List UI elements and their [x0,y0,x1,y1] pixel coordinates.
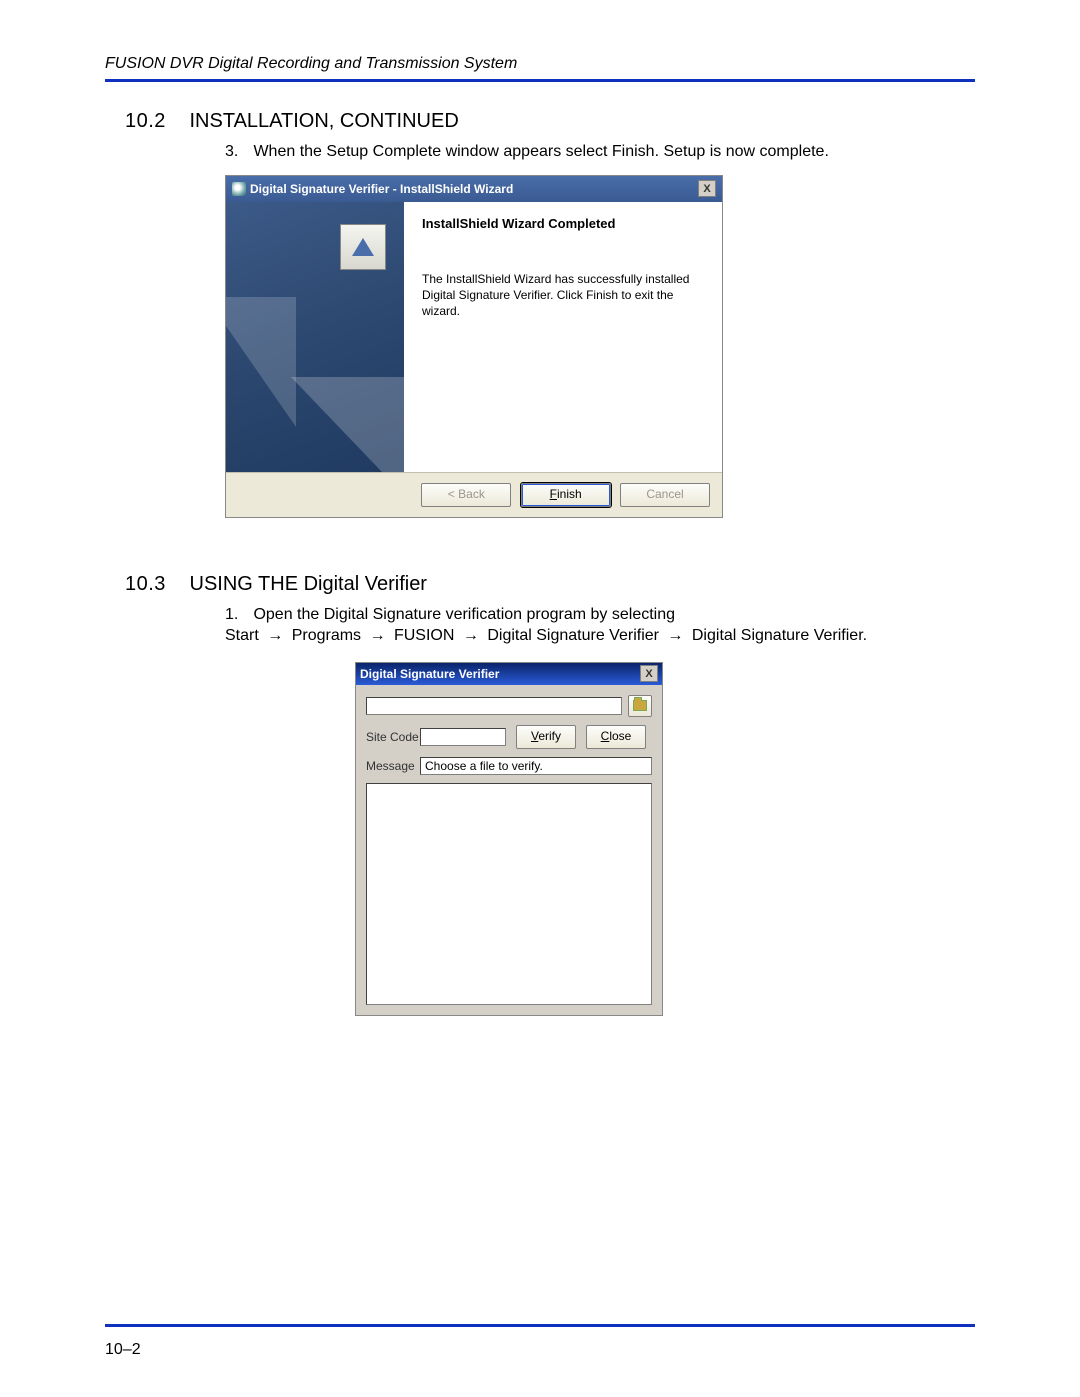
wizard-app-icon [232,182,246,196]
menu-path-dsv-item: Digital Signature Verifier [692,627,863,644]
verifier-titlebar: Digital Signature Verifier X [356,663,662,685]
close-button[interactable]: Close [586,725,646,749]
file-path-input[interactable] [366,697,622,715]
step-number: 1. [225,604,249,626]
section-number: 10.2 [125,110,166,132]
section-heading-10-2: 10.2 INSTALLATION, CONTINUED [125,110,975,133]
step-text-fragment: Setup Complete [326,143,441,160]
site-code-label: Site Code [366,730,420,744]
open-folder-icon [633,700,647,711]
wizard-close-button[interactable]: X [698,180,716,197]
step-text-fragment: . Setup is now complete. [655,143,829,160]
section-number: 10.3 [125,573,166,595]
menu-path-programs: Programs [292,627,361,644]
menu-path-fusion: FUSION [394,627,454,644]
wizard-heading: InstallShield Wizard Completed [422,216,704,231]
verifier-close-button[interactable]: X [640,665,658,682]
wizard-titlebar: Digital Signature Verifier - InstallShie… [226,176,722,202]
step-text-fragment: When the [253,143,326,160]
wizard-title-text: Digital Signature Verifier - InstallShie… [250,182,698,196]
step-line-1: Open the Digital Signature verification … [253,606,675,623]
wizard-side-graphic [226,202,404,472]
arrow-icon: → [366,625,390,647]
installshield-wizard-dialog: Digital Signature Verifier - InstallShie… [225,175,723,518]
section-title: INSTALLATION, CONTINUED [190,110,459,132]
page-number: 10–2 [105,1341,141,1359]
wizard-body-text: The InstallShield Wizard has successfull… [422,271,704,320]
row-message: Message Choose a file to verify. [366,757,652,775]
cancel-button: Cancel [620,483,710,507]
step-1: 1. Open the Digital Signature verificati… [225,604,915,647]
step-text-fragment: window appears select [441,143,612,160]
site-code-input[interactable] [420,728,506,746]
menu-path-start: Start [225,627,259,644]
browse-button[interactable] [628,695,652,717]
section-heading-10-3: 10.3 USING THE Digital Verifier [125,573,975,596]
trailing-period: . [863,627,867,644]
step-3: 3. When the Setup Complete window appear… [225,141,915,163]
section-title: USING THE Digital Verifier [190,573,427,595]
header-rule [105,79,975,82]
row-path [366,695,652,717]
wizard-button-bar: < Back Finish Cancel [226,472,722,517]
wizard-logo-icon [340,224,386,270]
doc-header: FUSION DVR Digital Recording and Transmi… [105,55,975,73]
finish-button[interactable]: Finish [521,483,611,507]
menu-path-dsv-folder: Digital Signature Verifier [487,627,659,644]
digital-signature-verifier-dialog: Digital Signature Verifier X Site Code V… [355,662,663,1016]
arrow-icon: → [459,625,483,647]
preview-canvas [366,783,652,1005]
message-label: Message [366,759,420,773]
verifier-title-text: Digital Signature Verifier [360,667,640,681]
step-text-fragment: Finish [612,143,655,160]
back-button: < Back [421,483,511,507]
row-site-code: Site Code Verify Close [366,725,652,749]
step-number: 3. [225,141,249,163]
verify-button[interactable]: Verify [516,725,576,749]
arrow-icon: → [663,625,687,647]
message-text: Choose a file to verify. [420,757,652,775]
footer-rule [105,1324,975,1327]
arrow-icon: → [263,625,287,647]
